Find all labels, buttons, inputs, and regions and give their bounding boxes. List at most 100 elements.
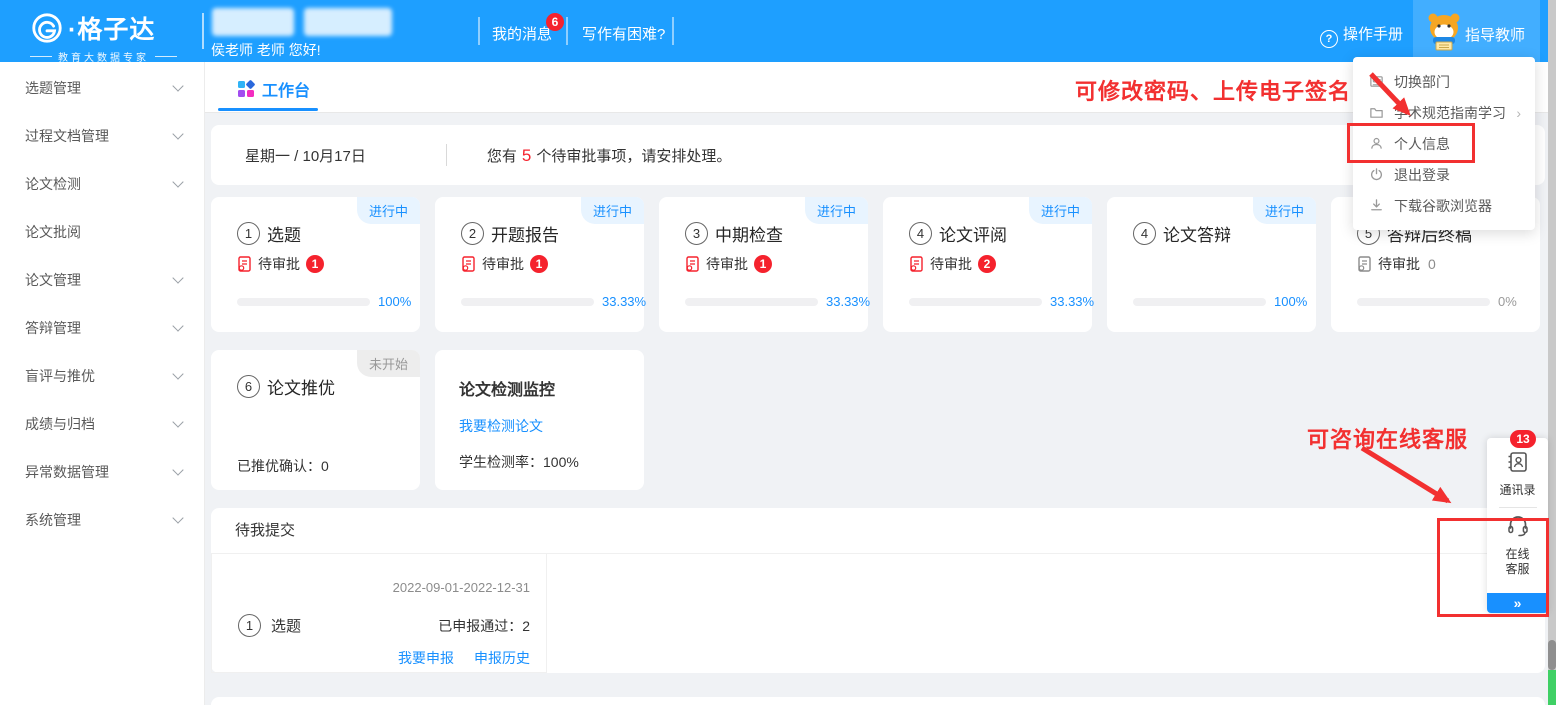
approval-count-badge: 1: [306, 255, 324, 273]
redacted-school-name: [304, 8, 392, 36]
divider: [446, 144, 447, 166]
card-title: 论文答辩: [1163, 221, 1231, 246]
scrollbar-thumb[interactable]: [1548, 640, 1556, 670]
student-detect-rate: 学生检测率：100%: [459, 452, 579, 472]
app-logo[interactable]: ·格子达 教育大数据专家: [30, 10, 200, 64]
my-messages-link[interactable]: 我的消息: [492, 23, 552, 44]
sidebar-item-label: 论文检测: [25, 174, 81, 194]
task-card-midterm[interactable]: 进行中 3中期检查 待审批 1 33.33%: [659, 197, 868, 332]
sidebar-item-system-mgmt[interactable]: 系统管理: [0, 496, 204, 544]
menu-item-download-chrome[interactable]: 下载谷歌浏览器: [1353, 190, 1535, 221]
approval-row[interactable]: 待审批 0: [1357, 254, 1436, 274]
logo-text: ·格子达: [68, 10, 155, 46]
pending-submit-section: 待我提交 2022-09-01-2022-12-31 1选题 已申报通过：2 我…: [211, 508, 1545, 673]
sidebar-item-label: 盲评与推优: [25, 366, 95, 386]
chevron-down-icon: [172, 80, 183, 91]
next-section-peek: [211, 697, 1545, 705]
card-title: 开题报告: [491, 221, 559, 246]
user-menu-trigger[interactable]: 指导教师: [1413, 0, 1540, 62]
question-circle-icon: ?: [1320, 30, 1338, 48]
highlight-box-personal-info: [1347, 123, 1475, 163]
header-divider: [478, 17, 480, 45]
task-card-defense[interactable]: 进行中 4论文答辩 100%: [1107, 197, 1316, 332]
approval-row[interactable]: 待审批 1: [461, 254, 548, 274]
divider: [1499, 507, 1537, 508]
notice-text: 您有5个待审批事项，请安排处理。: [487, 145, 732, 166]
approval-doc-icon: [685, 256, 700, 272]
chevron-down-icon: [172, 176, 183, 187]
annotation-password-note: 可修改密码、上传电子签名: [1075, 74, 1351, 106]
writing-help-link[interactable]: 写作有困难?: [582, 23, 665, 44]
approval-label: 待审批: [706, 254, 748, 274]
sidebar-item-label: 论文批阅: [25, 222, 81, 242]
sidebar-item-label: 选题管理: [25, 78, 81, 98]
progress-track: [461, 298, 594, 306]
status-tag: 进行中: [581, 197, 644, 224]
pending-item-title: 选题: [271, 615, 301, 636]
card-title: 论文推优: [267, 374, 335, 399]
sidebar-item-paper-review[interactable]: 论文批阅: [0, 208, 204, 256]
header-divider: [202, 13, 204, 49]
approval-count: 0: [1428, 256, 1436, 272]
sidebar-item-process-docs[interactable]: 过程文档管理: [0, 112, 204, 160]
chevron-down-icon: [172, 416, 183, 427]
messages-count-badge: 6: [546, 13, 564, 31]
progress-track: [237, 298, 370, 306]
tab-workbench[interactable]: 工作台: [238, 77, 310, 101]
annotation-service-note: 可咨询在线客服: [1307, 422, 1468, 454]
sidebar-item-grades-archive[interactable]: 成绩与归档: [0, 400, 204, 448]
header-divider: [566, 17, 568, 45]
step-number: 3: [685, 222, 708, 245]
pending-approval-count: 5: [522, 146, 531, 165]
sidebar-item-blind-review[interactable]: 盲评与推优: [0, 352, 204, 400]
status-tag: 进行中: [1029, 197, 1092, 224]
logo-swirl-icon: [30, 11, 64, 45]
pending-topic-card[interactable]: 2022-09-01-2022-12-31 1选题 已申报通过：2 我要申报 申…: [211, 553, 547, 673]
sidebar-item-label: 系统管理: [25, 510, 81, 530]
approval-row[interactable]: 待审批 1: [685, 254, 772, 274]
sidebar-item-paper-check[interactable]: 论文检测: [0, 160, 204, 208]
task-card-promote[interactable]: 未开始 6论文推优 已推优确认：0: [211, 350, 420, 490]
active-tab-underline: [218, 108, 318, 111]
approval-row[interactable]: 待审批 2: [909, 254, 996, 274]
menu-item-label: 切换部门: [1394, 72, 1450, 92]
declare-link[interactable]: 我要申报: [398, 648, 454, 668]
sidebar-item-defense-mgmt[interactable]: 答辩管理: [0, 304, 204, 352]
task-card-proposal[interactable]: 进行中 2开题报告 待审批 1 33.33%: [435, 197, 644, 332]
approval-count-badge: 2: [978, 255, 996, 273]
greeting-bar: 星期一 / 10月17日 您有5个待审批事项，请安排处理。: [211, 125, 1545, 185]
menu-item-logout[interactable]: 退出登录: [1353, 159, 1535, 190]
declare-history-link[interactable]: 申报历史: [474, 648, 530, 668]
scrollbar-track[interactable]: [1548, 0, 1556, 705]
sidebar-item-abnormal-data[interactable]: 异常数据管理: [0, 448, 204, 496]
contacts-book-icon: [1506, 450, 1530, 474]
step-number: 1: [238, 614, 261, 637]
sidebar-menu: 选题管理 过程文档管理 论文检测 论文批阅 论文管理 答辩管理 盲评与推优 成绩…: [0, 62, 205, 705]
progress-percent: 100%: [378, 294, 411, 309]
approval-row[interactable]: 待审批 1: [237, 254, 324, 274]
chevron-down-icon: [172, 512, 183, 523]
progress-track: [1133, 298, 1266, 306]
task-card-topic[interactable]: 进行中 1选题 待审批 1 100%: [211, 197, 420, 332]
chevron-right-icon: ›: [1516, 105, 1521, 121]
status-tag: 进行中: [805, 197, 868, 224]
detect-paper-link[interactable]: 我要检测论文: [459, 416, 543, 436]
sidebar-item-topic-mgmt[interactable]: 选题管理: [0, 64, 204, 112]
detect-monitor-card[interactable]: 论文检测监控 我要检测论文 学生检测率：100%: [435, 350, 644, 490]
approval-doc-icon: [909, 256, 924, 272]
task-card-review[interactable]: 进行中 4论文评阅 待审批 2 33.33%: [883, 197, 1092, 332]
step-number: 1: [237, 222, 260, 245]
logout-power-icon: [1369, 167, 1384, 182]
menu-item-switch-dept[interactable]: 切换部门: [1353, 66, 1535, 97]
date-range: 2022-09-01-2022-12-31: [393, 580, 530, 595]
sidebar-item-paper-mgmt[interactable]: 论文管理: [0, 256, 204, 304]
progress-track: [685, 298, 818, 306]
progress-percent: 33.33%: [826, 294, 870, 309]
tab-label: 工作台: [262, 77, 310, 101]
manual-link[interactable]: ?操作手册: [1320, 23, 1403, 48]
approval-label: 待审批: [1378, 254, 1420, 274]
task-cards-row: 进行中 1选题 待审批 1 100% 进行中 2开题报告 待审批 1 33.33…: [211, 197, 1540, 332]
card-title: 论文评阅: [939, 221, 1007, 246]
menu-item-label: 退出登录: [1394, 165, 1450, 185]
sidebar-item-label: 异常数据管理: [25, 462, 109, 482]
